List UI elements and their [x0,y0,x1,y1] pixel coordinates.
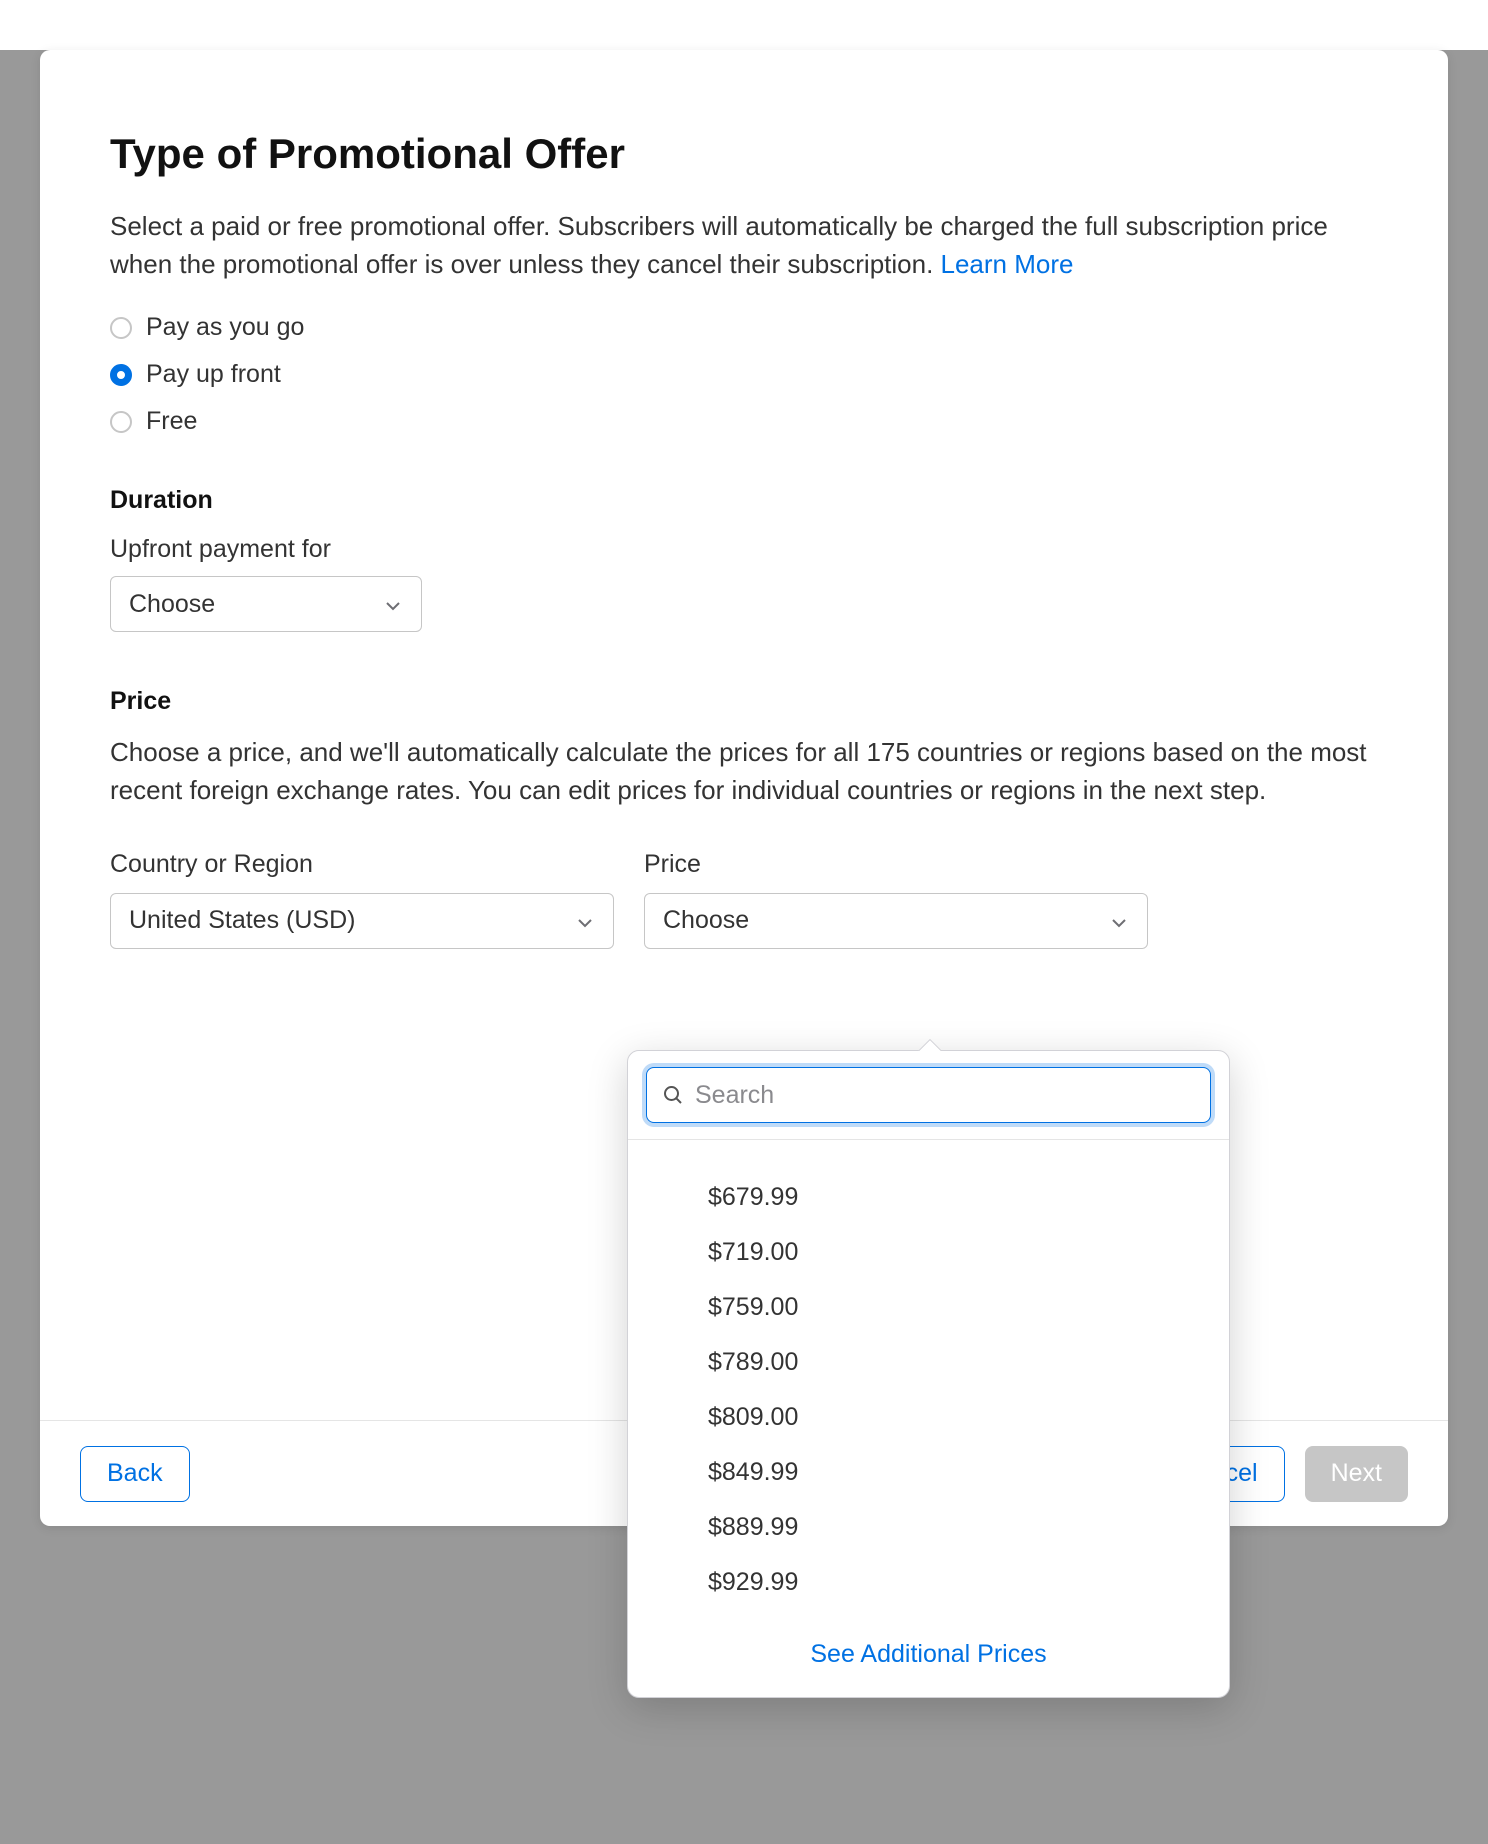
page-background-strip [0,0,1488,50]
modal-description: Select a paid or free promotional offer.… [110,208,1378,283]
price-option[interactable]: $789.00 [628,1335,1229,1390]
learn-more-link[interactable]: Learn More [941,249,1074,279]
price-heading: Price [110,687,1378,716]
price-option[interactable]: $889.99 [628,1500,1229,1555]
popover-search-wrap [628,1051,1229,1140]
popover-arrow [917,1039,941,1051]
price-fields-row: Country or Region United States (USD) Pr… [110,850,1378,949]
price-label: Price [644,850,1148,879]
back-button[interactable]: Back [80,1446,190,1502]
duration-label: Upfront payment for [110,535,1378,564]
country-select[interactable]: United States (USD) [110,893,614,949]
price-description: Choose a price, and we'll automatically … [110,734,1378,809]
price-select[interactable]: Choose [644,893,1148,949]
price-section: Price Choose a price, and we'll automati… [110,687,1378,948]
country-field: Country or Region United States (USD) [110,850,614,949]
price-select-value: Choose [663,906,749,935]
price-option[interactable]: $929.99 [628,1555,1229,1610]
chevron-down-icon [383,594,403,614]
duration-select-value: Choose [129,590,215,619]
description-text: Select a paid or free promotional offer.… [110,211,1328,279]
price-option[interactable]: $809.00 [628,1390,1229,1445]
back-button-label: Back [107,1459,163,1488]
price-option[interactable]: $719.00 [628,1225,1229,1280]
radio-pay-up-front[interactable]: Pay up front [110,360,1378,389]
search-icon [661,1083,685,1107]
radio-free[interactable]: Free [110,407,1378,436]
duration-select[interactable]: Choose [110,576,422,632]
price-dropdown-popover: $679.99 $719.00 $759.00 $789.00 $809.00 … [627,1050,1230,1698]
chevron-down-icon [1109,911,1129,931]
offer-type-radio-group: Pay as you go Pay up front Free [110,313,1378,436]
price-options-list: $679.99 $719.00 $759.00 $789.00 $809.00 … [628,1140,1229,1620]
search-input[interactable] [695,1068,1196,1122]
country-select-value: United States (USD) [129,906,355,935]
duration-heading: Duration [110,486,1378,515]
radio-label: Pay up front [146,360,281,389]
modal-title: Type of Promotional Offer [110,130,1378,178]
search-box[interactable] [646,1067,1211,1123]
radio-label: Free [146,407,197,436]
radio-pay-as-you-go[interactable]: Pay as you go [110,313,1378,342]
next-button[interactable]: Next [1305,1446,1408,1502]
radio-indicator [110,317,132,339]
price-field: Price Choose [644,850,1148,949]
radio-label: Pay as you go [146,313,304,342]
chevron-down-icon [575,911,595,931]
radio-indicator-selected [110,364,132,386]
see-additional-prices-link[interactable]: See Additional Prices [810,1640,1046,1668]
see-additional-prices-wrap: See Additional Prices [628,1620,1229,1697]
price-option[interactable]: $679.99 [628,1170,1229,1225]
country-label: Country or Region [110,850,614,879]
duration-section: Duration Upfront payment for Choose [110,486,1378,632]
price-option[interactable]: $849.99 [628,1445,1229,1500]
next-button-label: Next [1331,1459,1382,1488]
radio-indicator [110,411,132,433]
price-option[interactable]: $759.00 [628,1280,1229,1335]
